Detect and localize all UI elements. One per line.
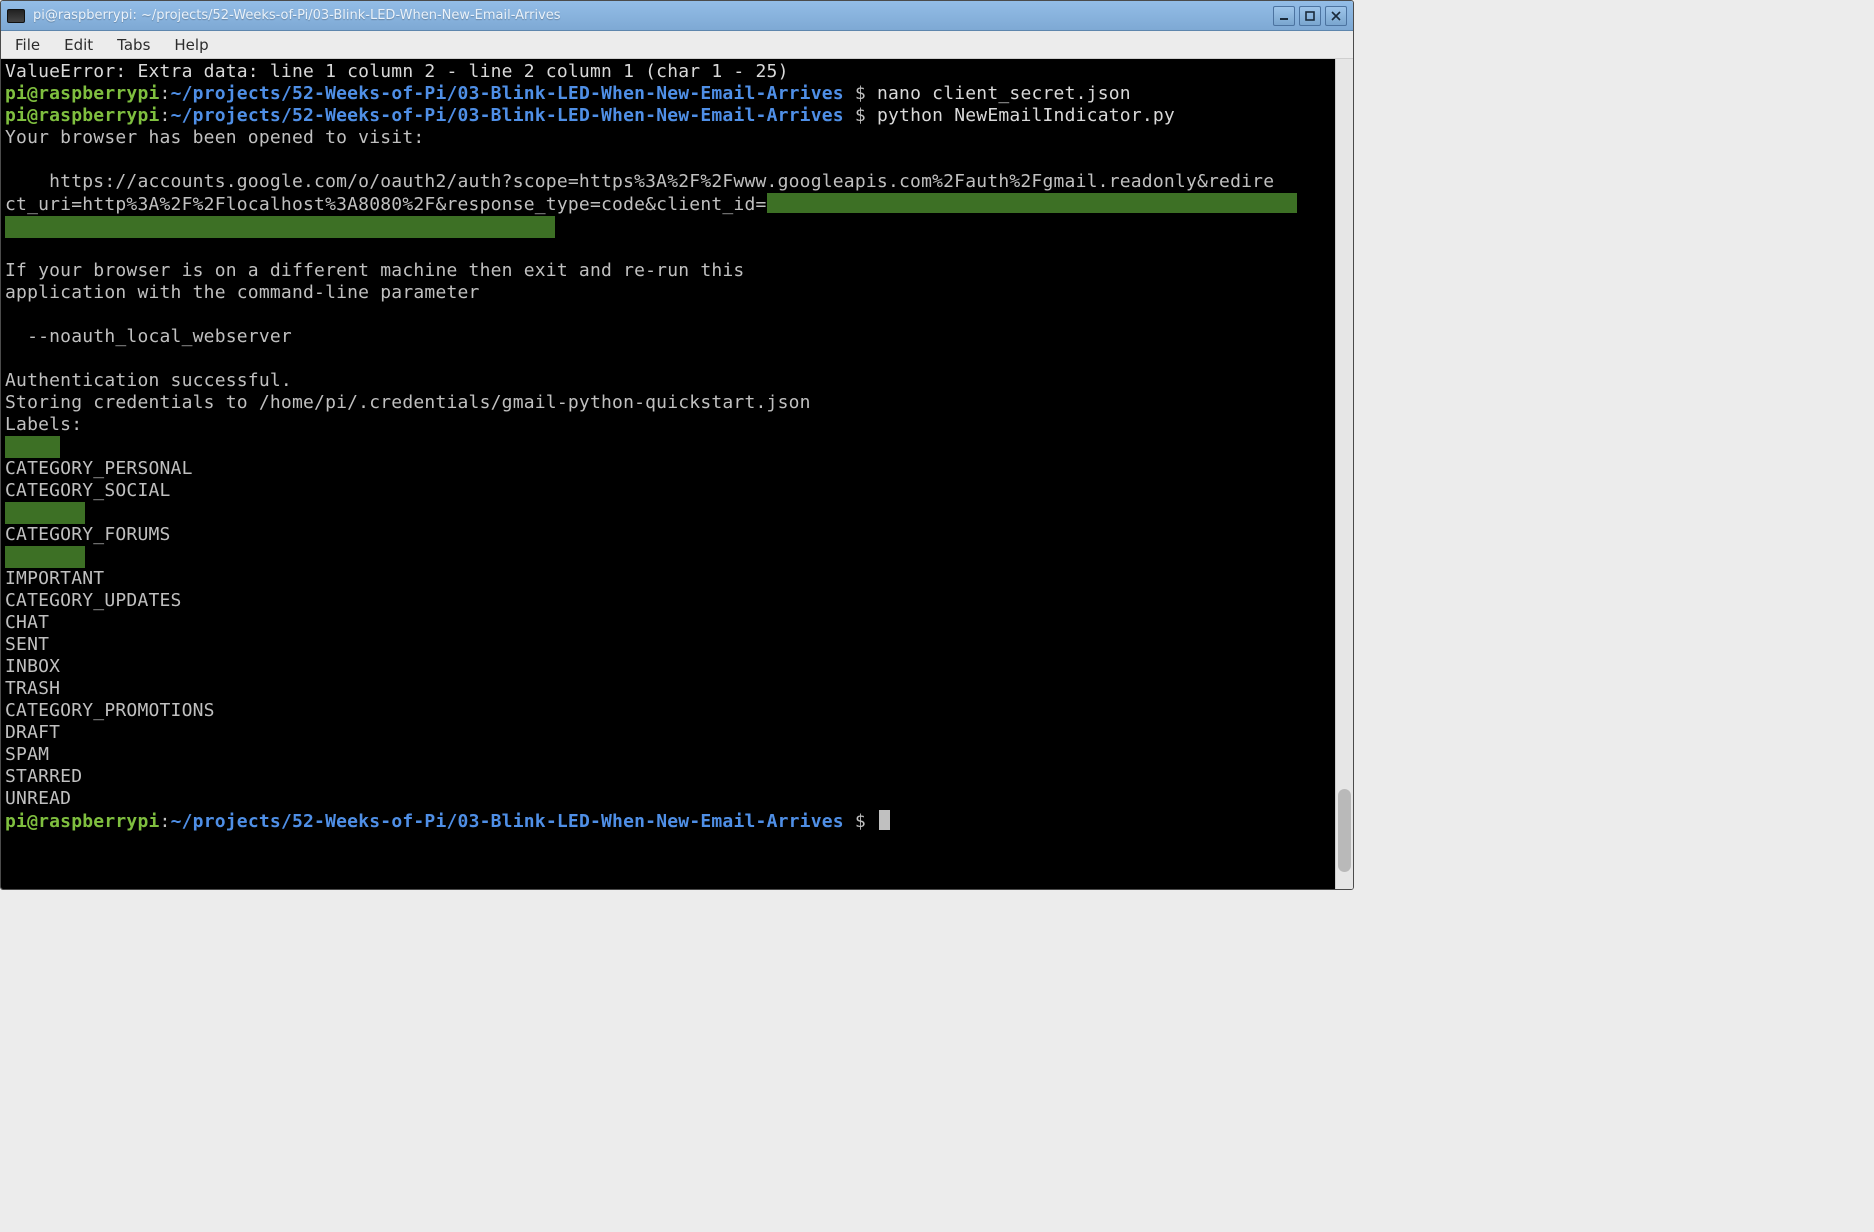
redacted-span-3 bbox=[5, 436, 60, 458]
menu-tabs[interactable]: Tabs bbox=[117, 36, 150, 54]
label-item: CHAT bbox=[5, 612, 1331, 634]
prompt-user: pi@raspberrypi bbox=[5, 105, 160, 126]
close-button[interactable] bbox=[1325, 6, 1347, 26]
label-item: TRASH bbox=[5, 678, 1331, 700]
redacted-block-1 bbox=[767, 193, 1297, 213]
label-item: CATEGORY_PROMOTIONS bbox=[5, 700, 1331, 722]
titlebar[interactable]: pi@raspberrypi: ~/projects/52-Weeks-of-P… bbox=[1, 1, 1353, 31]
label-item: CATEGORY_SOCIAL bbox=[5, 480, 1331, 502]
prompt-cwd: ~/projects/52-Weeks-of-Pi/03-Blink-LED-W… bbox=[171, 105, 844, 126]
redacted-span-4 bbox=[5, 502, 85, 524]
label-item: DRAFT bbox=[5, 722, 1331, 744]
prompt-user: pi@raspberrypi bbox=[5, 83, 160, 104]
terminal-window: pi@raspberrypi: ~/projects/52-Weeks-of-P… bbox=[0, 0, 1354, 890]
out-diff-machine-2: application with the command-line parame… bbox=[5, 282, 1331, 304]
prompt-cwd: ~/projects/52-Weeks-of-Pi/03-Blink-LED-W… bbox=[171, 811, 844, 832]
out-blank-2 bbox=[5, 238, 1331, 260]
minimize-button[interactable] bbox=[1273, 6, 1295, 26]
terminal-icon bbox=[7, 9, 25, 23]
terminal-wrap: ValueError: Extra data: line 1 column 2 … bbox=[1, 59, 1353, 889]
close-icon bbox=[1331, 11, 1341, 21]
prompt-symbol: $ bbox=[844, 811, 877, 832]
prompt-sep: : bbox=[160, 811, 171, 832]
labels-header: Labels: bbox=[5, 414, 1331, 436]
prompt-sep: : bbox=[160, 83, 171, 104]
maximize-icon bbox=[1305, 11, 1315, 21]
out-url-line-2-text: ct_uri=http%3A%2F%2Flocalhost%3A8080%2F&… bbox=[5, 194, 767, 215]
label-item: CATEGORY_PERSONAL bbox=[5, 458, 1331, 480]
label-item: SPAM bbox=[5, 744, 1331, 766]
out-diff-machine-1: If your browser is on a different machin… bbox=[5, 260, 1331, 282]
label-item: IMPORTANT bbox=[5, 568, 1331, 590]
redacted-block-4 bbox=[5, 502, 1331, 524]
out-blank-3 bbox=[5, 304, 1331, 326]
window-buttons bbox=[1273, 6, 1347, 26]
maximize-button[interactable] bbox=[1299, 6, 1321, 26]
menubar: File Edit Tabs Help bbox=[1, 31, 1353, 59]
out-browser-opened: Your browser has been opened to visit: bbox=[5, 127, 1331, 149]
minimize-icon bbox=[1279, 11, 1289, 21]
prompt-line-2: pi@raspberrypi:~/projects/52-Weeks-of-Pi… bbox=[5, 105, 1331, 127]
prompt-symbol: $ bbox=[844, 83, 877, 104]
out-auth-success: Authentication successful. bbox=[5, 370, 1331, 392]
error-line: ValueError: Extra data: line 1 column 2 … bbox=[5, 61, 1331, 83]
label-item: UNREAD bbox=[5, 788, 1331, 810]
prompt-user: pi@raspberrypi bbox=[5, 811, 160, 832]
redacted-block-3 bbox=[5, 436, 1331, 458]
window-title: pi@raspberrypi: ~/projects/52-Weeks-of-P… bbox=[33, 8, 1265, 23]
prompt-sep: : bbox=[160, 105, 171, 126]
command-2: python NewEmailIndicator.py bbox=[877, 105, 1175, 126]
redacted-span-5 bbox=[5, 546, 85, 568]
scrollbar[interactable] bbox=[1335, 59, 1353, 889]
label-item: STARRED bbox=[5, 766, 1331, 788]
redacted-block-5 bbox=[5, 546, 1331, 568]
label-item: INBOX bbox=[5, 656, 1331, 678]
out-blank-1 bbox=[5, 149, 1331, 171]
scrollbar-thumb[interactable] bbox=[1338, 789, 1351, 872]
label-item: CATEGORY_UPDATES bbox=[5, 590, 1331, 612]
menu-file[interactable]: File bbox=[15, 36, 40, 54]
menu-edit[interactable]: Edit bbox=[64, 36, 93, 54]
cursor bbox=[879, 810, 890, 830]
out-url-line-2: ct_uri=http%3A%2F%2Flocalhost%3A8080%2F&… bbox=[5, 193, 1331, 216]
out-noauth: --noauth_local_webserver bbox=[5, 326, 1331, 348]
prompt-symbol: $ bbox=[844, 105, 877, 126]
menu-help[interactable]: Help bbox=[174, 36, 208, 54]
command-1: nano client_secret.json bbox=[877, 83, 1131, 104]
label-item: CATEGORY_FORUMS bbox=[5, 524, 1331, 546]
prompt-cwd: ~/projects/52-Weeks-of-Pi/03-Blink-LED-W… bbox=[171, 83, 844, 104]
out-url-line-1: https://accounts.google.com/o/oauth2/aut… bbox=[5, 171, 1331, 193]
redacted-block-2 bbox=[5, 216, 1331, 238]
prompt-line-3: pi@raspberrypi:~/projects/52-Weeks-of-Pi… bbox=[5, 810, 1331, 833]
terminal[interactable]: ValueError: Extra data: line 1 column 2 … bbox=[1, 59, 1335, 889]
label-item: SENT bbox=[5, 634, 1331, 656]
prompt-line-1: pi@raspberrypi:~/projects/52-Weeks-of-Pi… bbox=[5, 83, 1331, 105]
redacted-span-2 bbox=[5, 216, 555, 238]
out-storing: Storing credentials to /home/pi/.credent… bbox=[5, 392, 1331, 414]
out-blank-4 bbox=[5, 348, 1331, 370]
